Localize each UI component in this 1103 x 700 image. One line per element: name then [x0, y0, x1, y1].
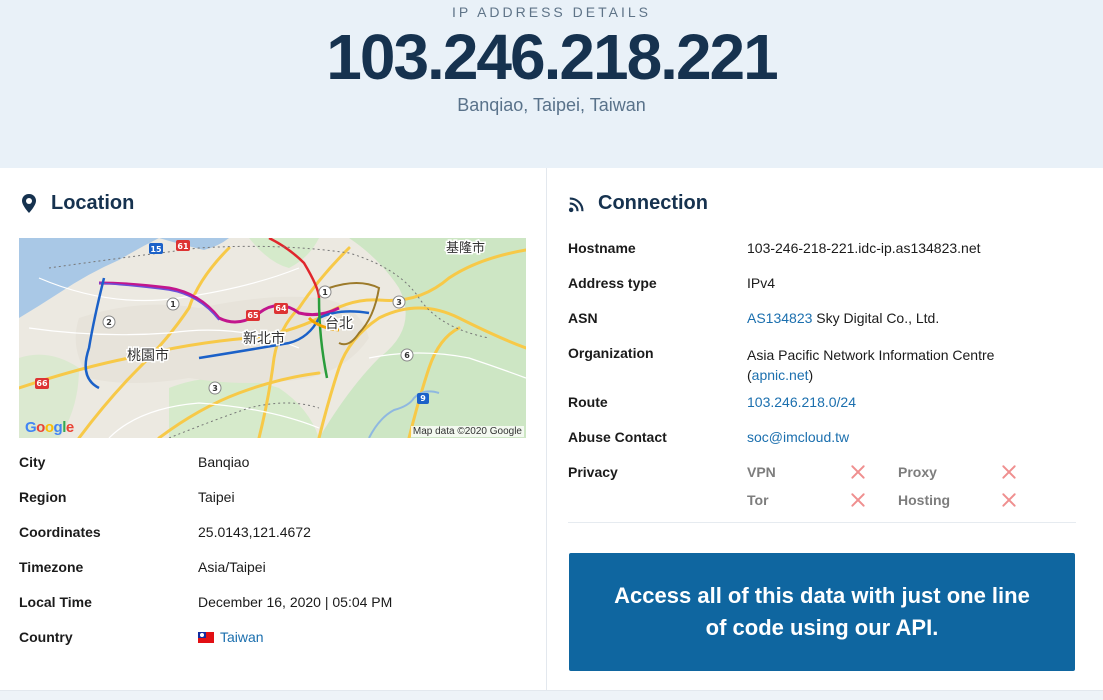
field-city: City Banqiao — [19, 454, 519, 474]
field-label: Coordinates — [19, 524, 101, 540]
privacy-vpn-label: VPN — [747, 464, 776, 480]
asn-link[interactable]: AS134823 — [747, 310, 812, 326]
api-cta-banner[interactable]: Access all of this data with just one li… — [569, 553, 1075, 671]
field-country: Country Taiwan — [19, 629, 519, 649]
location-card: Location 15 61 1 2 65 64 1 3 3 66 6 9 桃園… — [0, 168, 547, 690]
route-shield-3a: 3 — [396, 298, 402, 307]
field-region: Region Taipei — [19, 489, 519, 509]
route-shield-65: 65 — [247, 311, 259, 320]
field-route: Route 103.246.218.0/24 — [568, 394, 1078, 414]
route-shield-1b: 1 — [322, 288, 328, 297]
field-label: Timezone — [19, 559, 84, 575]
field-hostname: Hostname 103-246-218-221.idc-ip.as134823… — [568, 240, 1078, 260]
connection-title-text: Connection — [598, 192, 708, 214]
proxy-x-icon — [1001, 464, 1017, 480]
field-value: Asia/Taipei — [198, 559, 266, 575]
map-label-keelung: 基隆市 — [446, 240, 485, 256]
field-address-type: Address type IPv4 — [568, 275, 1078, 295]
org-paren-close: ) — [808, 367, 814, 383]
route-shield-1a: 1 — [170, 300, 176, 309]
field-timezone: Timezone Asia/Taipei — [19, 559, 519, 579]
route-shield-66: 66 — [36, 379, 48, 388]
privacy-hosting-label: Hosting — [898, 492, 951, 508]
org-domain-link[interactable]: apnic.net — [752, 367, 809, 383]
map-pin-icon — [22, 193, 36, 213]
connection-card: Connection Hostname 103-246-218-221.idc-… — [547, 168, 1103, 690]
org-name: Asia Pacific Network Information Centre — [747, 347, 995, 363]
map-canvas: 15 61 1 2 65 64 1 3 3 66 6 9 桃園市 新北市 台北 … — [19, 238, 526, 438]
field-value: 103-246-218-221.idc-ip.as134823.net — [747, 240, 981, 256]
field-value: Banqiao — [198, 454, 250, 470]
tor-x-icon — [850, 492, 866, 508]
field-value-country: Taiwan — [198, 629, 264, 645]
divider — [568, 522, 1076, 523]
field-label: City — [19, 454, 46, 470]
location-title: Location — [19, 192, 134, 215]
field-label: Local Time — [19, 594, 92, 610]
route-shield-6: 6 — [404, 351, 410, 360]
route-shield-15: 15 — [150, 245, 162, 254]
route-shield-9: 9 — [420, 394, 426, 403]
field-value: Taipei — [198, 489, 235, 505]
google-logo: Google — [25, 419, 74, 436]
privacy-grid: VPN Proxy Tor Hosting — [747, 464, 1067, 524]
connection-title: Connection — [568, 192, 708, 215]
map-label-new-taipei: 新北市 — [243, 330, 285, 347]
vpn-x-icon — [850, 464, 866, 480]
field-label: Route — [568, 394, 608, 410]
api-cta-text: Access all of this data with just one li… — [614, 583, 1030, 640]
route-shield-61: 61 — [177, 242, 189, 251]
asn-name: Sky Digital Co., Ltd. — [812, 310, 940, 326]
field-value: IPv4 — [747, 275, 776, 291]
hosting-x-icon — [1001, 492, 1017, 508]
map-label-taipei: 台北 — [325, 316, 353, 332]
field-value: 103.246.218.0/24 — [747, 394, 856, 410]
field-label: Country — [19, 629, 73, 645]
country-link[interactable]: Taiwan — [220, 629, 264, 645]
field-asn: ASN AS134823 Sky Digital Co., Ltd. — [568, 310, 1078, 330]
ip-address: 103.246.218.221 — [326, 21, 778, 93]
field-label: Address type — [568, 275, 657, 291]
field-local-time: Local Time December 16, 2020 | 05:04 PM — [19, 594, 519, 614]
field-value: soc@imcloud.tw — [747, 429, 849, 445]
field-label: Organization — [568, 345, 654, 361]
route-link[interactable]: 103.246.218.0/24 — [747, 394, 856, 410]
field-abuse-contact: Abuse Contact soc@imcloud.tw — [568, 429, 1078, 449]
field-organization: Organization Asia Pacific Network Inform… — [568, 345, 1078, 385]
field-value: 25.0143,121.4672 — [198, 524, 311, 540]
route-shield-2: 2 — [106, 318, 112, 327]
map-label-taoyuan: 桃園市 — [127, 347, 169, 364]
field-label: Region — [19, 489, 67, 505]
wifi-signal-icon — [568, 197, 584, 212]
route-shield-64: 64 — [275, 304, 287, 313]
map-attribution[interactable]: Map data ©2020 Google — [410, 426, 524, 437]
taiwan-flag-icon — [198, 631, 214, 643]
field-value: Asia Pacific Network Information Centre … — [747, 345, 994, 385]
hero-location: Banqiao, Taipei, Taiwan — [457, 95, 646, 115]
ip-hero: IP ADDRESS DETAILS 103.246.218.221 Banqi… — [0, 0, 1103, 169]
field-coordinates: Coordinates 25.0143,121.4672 — [19, 524, 519, 544]
hero-eyebrow: IP ADDRESS DETAILS — [452, 4, 651, 20]
location-map[interactable]: 15 61 1 2 65 64 1 3 3 66 6 9 桃園市 新北市 台北 … — [19, 238, 526, 438]
field-label: Privacy — [568, 464, 618, 480]
field-label: Hostname — [568, 240, 636, 256]
abuse-email-link[interactable]: soc@imcloud.tw — [747, 429, 849, 445]
privacy-proxy-label: Proxy — [898, 464, 937, 480]
field-value: AS134823 Sky Digital Co., Ltd. — [747, 310, 939, 326]
field-value: December 16, 2020 | 05:04 PM — [198, 594, 393, 610]
field-label: ASN — [568, 310, 598, 326]
route-shield-3b: 3 — [212, 384, 218, 393]
location-title-text: Location — [51, 192, 135, 214]
field-label: Abuse Contact — [568, 429, 667, 445]
privacy-tor-label: Tor — [747, 492, 769, 508]
